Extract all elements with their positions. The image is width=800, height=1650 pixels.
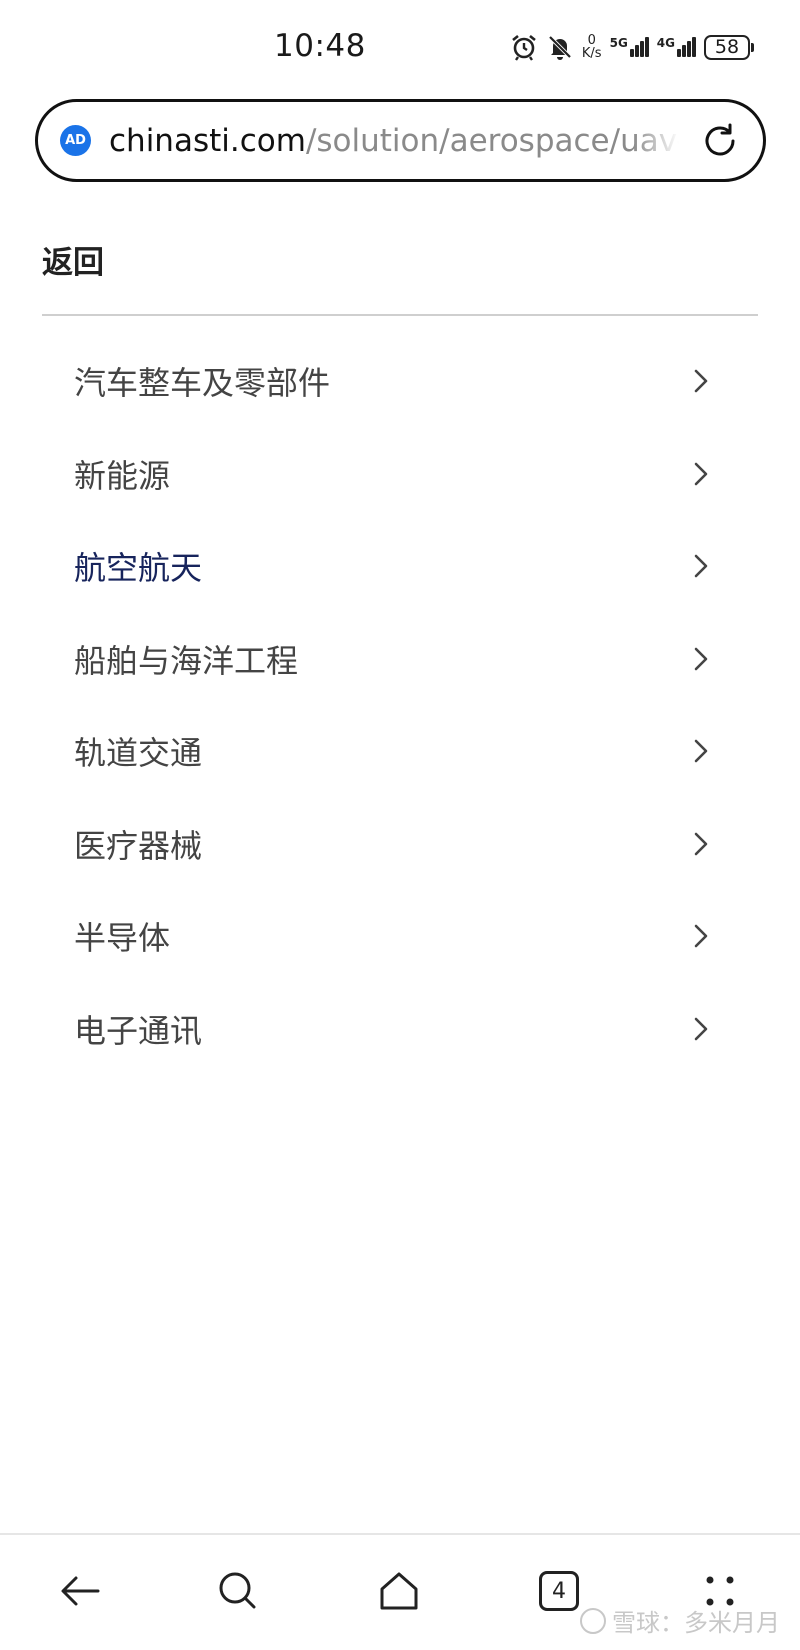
status-time: 10:48 bbox=[274, 28, 366, 64]
industry-menu: 汽车整车及零部件 新能源 航空航天 船舶与海洋工程 轨道交通 医疗器械 半导体 … bbox=[0, 335, 800, 1075]
chevron-right-icon bbox=[694, 554, 708, 578]
network-speed: 0 K/s bbox=[582, 34, 602, 60]
menu-item-marine[interactable]: 船舶与海洋工程 bbox=[0, 613, 800, 706]
menu-item-label: 医疗器械 bbox=[74, 826, 203, 865]
chevron-right-icon bbox=[694, 924, 708, 948]
back-link[interactable]: 返回 bbox=[42, 237, 104, 282]
chevron-right-icon bbox=[694, 832, 708, 856]
menu-item-label: 轨道交通 bbox=[74, 734, 203, 773]
menu-item-label: 半导体 bbox=[74, 919, 171, 958]
signal-5g-icon: 5G bbox=[610, 37, 649, 57]
menu-item-label: 航空航天 bbox=[74, 549, 203, 588]
divider bbox=[42, 314, 758, 316]
signal-5g-label: 5G bbox=[609, 36, 628, 50]
watermark-text: 雪球：多米月月 bbox=[612, 1609, 780, 1637]
url-path: /solution/aerospace/uav- bbox=[305, 122, 679, 159]
battery-icon: 58 bbox=[704, 34, 754, 60]
menu-item-new-energy[interactable]: 新能源 bbox=[0, 428, 800, 521]
menu-item-label: 电子通讯 bbox=[74, 1011, 203, 1050]
menu-item-rail[interactable]: 轨道交通 bbox=[0, 705, 800, 798]
url-bar[interactable]: AD chinasti.com/solution/aerospace/uav- bbox=[35, 99, 766, 182]
home-button[interactable] bbox=[371, 1563, 427, 1619]
search-icon bbox=[219, 1572, 256, 1609]
watermark: 雪球：多米月月 bbox=[580, 1603, 780, 1638]
bell-muted-icon bbox=[548, 35, 572, 60]
chevron-right-icon bbox=[694, 462, 708, 486]
menu-item-label: 汽车整车及零部件 bbox=[74, 364, 331, 403]
search-button[interactable] bbox=[210, 1563, 266, 1619]
ad-block-icon[interactable]: AD bbox=[60, 125, 91, 156]
status-icons: 0 K/s 5G 4G 58 bbox=[510, 30, 754, 64]
back-arrow-icon bbox=[61, 1576, 100, 1606]
chevron-right-icon bbox=[694, 369, 708, 393]
home-icon bbox=[380, 1572, 418, 1610]
battery-level: 58 bbox=[704, 34, 750, 60]
tabs-icon: 4 bbox=[539, 1571, 579, 1611]
url-text[interactable]: chinasti.com/solution/aerospace/uav- bbox=[109, 123, 679, 159]
tabs-button[interactable]: 4 bbox=[531, 1563, 587, 1619]
chevron-right-icon bbox=[694, 739, 708, 763]
menu-item-medical[interactable]: 医疗器械 bbox=[0, 798, 800, 891]
reload-button[interactable] bbox=[697, 118, 743, 164]
network-speed-unit: K/s bbox=[581, 46, 602, 61]
url-host: chinasti.com bbox=[109, 122, 306, 159]
menu-item-label: 新能源 bbox=[74, 456, 171, 495]
alarm-icon bbox=[512, 34, 536, 61]
chevron-right-icon bbox=[694, 1017, 708, 1041]
menu-item-semiconductor[interactable]: 半导体 bbox=[0, 890, 800, 983]
back-button[interactable] bbox=[52, 1563, 108, 1619]
menu-item-aerospace[interactable]: 航空航天 bbox=[0, 520, 800, 613]
status-bar: 10:48 0 K/s 5G 4G 58 bbox=[0, 0, 800, 92]
menu-item-automotive[interactable]: 汽车整车及零部件 bbox=[0, 335, 800, 428]
signal-4g-label: 4G bbox=[656, 36, 675, 50]
chevron-right-icon bbox=[694, 647, 708, 671]
menu-item-electronics[interactable]: 电子通讯 bbox=[0, 983, 800, 1076]
reload-icon bbox=[705, 123, 735, 155]
signal-4g-icon: 4G bbox=[657, 37, 696, 57]
menu-item-label: 船舶与海洋工程 bbox=[74, 641, 299, 680]
xueqiu-logo-icon bbox=[580, 1607, 606, 1634]
